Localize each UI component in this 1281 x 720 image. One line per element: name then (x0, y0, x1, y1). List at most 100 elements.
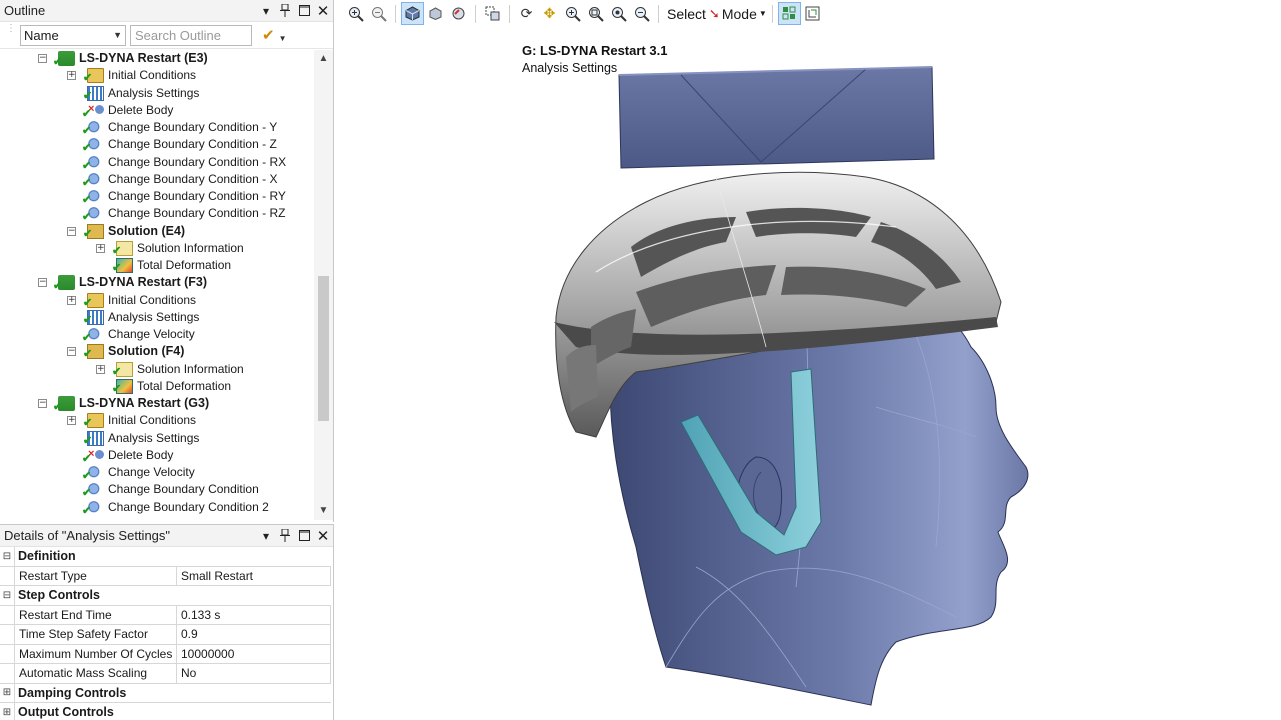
property-value[interactable]: No (177, 664, 331, 683)
box-select-icon[interactable] (481, 2, 504, 25)
tree-item[interactable]: − ✔ LS-DYNA Restart (G3) (0, 395, 314, 413)
collapse-icon[interactable]: ⊟ (0, 590, 14, 601)
scroll-up-icon[interactable]: ▲ (314, 50, 333, 68)
filter-check-icon[interactable]: ✔ (262, 26, 275, 44)
pin-icon[interactable] (276, 527, 294, 545)
maximize-icon[interactable] (295, 527, 313, 545)
tree-item[interactable]: ✔ Change Velocity (0, 326, 314, 344)
search-outline-input[interactable]: Search Outline (130, 24, 252, 46)
tree-item[interactable]: × ✔ Delete Body (0, 447, 314, 465)
graphics-viewport[interactable]: G: LS-DYNA Restart 3.1 Analysis Settings (336, 27, 1281, 720)
status-check-icon: ✔ (82, 211, 92, 224)
tree-item[interactable]: ✔ Change Boundary Condition 2 (0, 499, 314, 517)
property-value[interactable]: Small Restart (177, 566, 331, 585)
tree-item-label: Change Boundary Condition (108, 482, 259, 497)
extend-selection-icon[interactable] (801, 2, 824, 25)
pin-icon[interactable] (276, 2, 294, 20)
details-property-row[interactable]: Restart End Time 0.133 s (0, 605, 331, 625)
magnifier-icon[interactable] (630, 2, 653, 25)
tree-item[interactable]: ✔ Analysis Settings (0, 430, 314, 447)
tree-item[interactable]: ✔ Change Boundary Condition - Z (0, 136, 314, 154)
tree-item-label: Change Boundary Condition 2 (108, 499, 269, 514)
impactor-block[interactable] (618, 66, 935, 169)
tree-item[interactable]: + ✔ Solution Information (0, 240, 314, 257)
mode-dropdown[interactable]: ➘ Mode ▼ (709, 6, 767, 22)
expand-icon[interactable]: + (96, 364, 105, 374)
zoom-to-fit-icon[interactable] (607, 2, 630, 25)
select-body-icon[interactable] (401, 2, 424, 25)
tree-item[interactable]: + ✔ Initial Conditions (0, 67, 314, 84)
zoom-out-icon[interactable] (367, 2, 390, 25)
tree-item[interactable]: + ✔ Solution Information (0, 361, 314, 378)
filter-type-select[interactable]: Name ▼ (20, 24, 126, 46)
close-icon[interactable]: ✕ (314, 527, 332, 545)
select-edge-icon[interactable] (447, 2, 470, 25)
tree-item[interactable]: ✔ Change Boundary Condition - RZ (0, 205, 314, 224)
collapse-icon[interactable]: − (38, 399, 47, 408)
expand-icon[interactable]: ⊞ (0, 707, 14, 718)
details-section-header[interactable]: ⊞ Output Controls (0, 703, 331, 720)
maximize-icon[interactable] (295, 2, 313, 20)
dropdown-icon[interactable]: ▾ (257, 527, 275, 545)
collapse-icon[interactable]: − (67, 226, 76, 236)
toolbar-separator (475, 4, 476, 23)
tree-item[interactable]: + ✔ Initial Conditions (0, 292, 314, 309)
tree-item-label: LS-DYNA Restart (E3) (79, 51, 208, 65)
tree-item[interactable]: ✔ Change Boundary Condition - Y (0, 119, 314, 137)
box-zoom-icon[interactable] (584, 2, 607, 25)
tree-item[interactable]: ✔ Change Velocity (0, 464, 314, 482)
collapse-icon[interactable]: − (38, 278, 47, 288)
tree-item[interactable]: ✔ Analysis Settings (0, 309, 314, 326)
outline-scrollbar[interactable]: ▲ ▼ (314, 50, 333, 520)
rotate-icon[interactable]: ⟳ (515, 2, 538, 25)
collapse-icon[interactable]: − (67, 347, 76, 357)
tree-item[interactable]: ✔ Analysis Settings (0, 85, 314, 102)
property-value[interactable]: 10000000 (177, 644, 331, 663)
details-section-header[interactable]: ⊞ Damping Controls (0, 683, 331, 703)
property-value[interactable]: 0.133 s (177, 605, 331, 624)
collapse-icon[interactable]: − (38, 54, 47, 63)
tree-item[interactable]: + ✔ Initial Conditions (0, 412, 314, 429)
tree-item[interactable]: − ✔ LS-DYNA Restart (E3) (0, 50, 314, 68)
expand-icon[interactable]: + (67, 416, 76, 426)
outline-title: Outline (4, 3, 46, 18)
details-property-row[interactable]: Time Step Safety Factor 0.9 (0, 625, 331, 645)
property-value[interactable]: 0.9 (177, 625, 331, 644)
collapse-icon[interactable]: ⊟ (0, 551, 14, 562)
details-section-header[interactable]: ⊟ Step Controls (0, 586, 331, 606)
pan-icon[interactable]: ✥ (538, 2, 561, 25)
expand-icon[interactable]: ⊞ (0, 687, 14, 698)
close-icon[interactable]: ✕ (314, 2, 332, 20)
tree-item[interactable]: ✔ Total Deformation (0, 257, 314, 274)
tree-item[interactable]: − ✔ Solution (E4) (0, 223, 314, 240)
helmet-head-model[interactable]: G: LS-DYNA Restart 3.1 Analysis Settings (336, 27, 1281, 720)
tree-item[interactable]: − ✔ LS-DYNA Restart (F3) (0, 274, 314, 292)
details-section-header[interactable]: ⊟ Definition (0, 547, 331, 567)
tree-item[interactable]: ✔ Change Boundary Condition - X (0, 171, 314, 189)
tree-item[interactable]: ✔ Total Deformation (0, 378, 314, 395)
analysis-settings-icon: ✔ (83, 309, 104, 326)
boundary-condition-icon: ✔ (82, 327, 104, 344)
selection-filter-icon[interactable] (777, 2, 801, 25)
dropdown-icon[interactable]: ▾ (257, 2, 275, 20)
zoom-icon[interactable] (561, 2, 584, 25)
tree-item[interactable]: ✔ Change Boundary Condition (0, 481, 314, 499)
expand-icon[interactable]: + (67, 71, 76, 81)
tree-item[interactable]: ✔ Change Boundary Condition - RY (0, 188, 314, 206)
select-face-icon[interactable] (424, 2, 447, 25)
details-property-row[interactable]: Maximum Number Of Cycles 10000000 (0, 644, 331, 664)
details-property-row[interactable]: Restart Type Small Restart (0, 566, 331, 586)
scroll-thumb[interactable] (318, 276, 329, 421)
filter-dropdown-icon[interactable]: ▼ (279, 34, 287, 43)
select-button[interactable]: Select (664, 6, 709, 22)
tree-item[interactable]: ✔ Change Boundary Condition - RX (0, 154, 314, 172)
tree-item-label: Solution Information (137, 240, 244, 255)
expand-icon[interactable]: + (96, 243, 105, 253)
details-property-row[interactable]: Automatic Mass Scaling No (0, 664, 331, 684)
tree-item[interactable]: − ✔ Solution (F4) (0, 343, 314, 360)
scroll-down-icon[interactable]: ▼ (314, 502, 333, 520)
expand-icon[interactable]: + (67, 295, 76, 305)
tree-item[interactable]: × ✔ Delete Body (0, 102, 314, 120)
tree-item-label: Solution (E4) (108, 223, 186, 238)
zoom-in-icon[interactable] (344, 2, 367, 25)
